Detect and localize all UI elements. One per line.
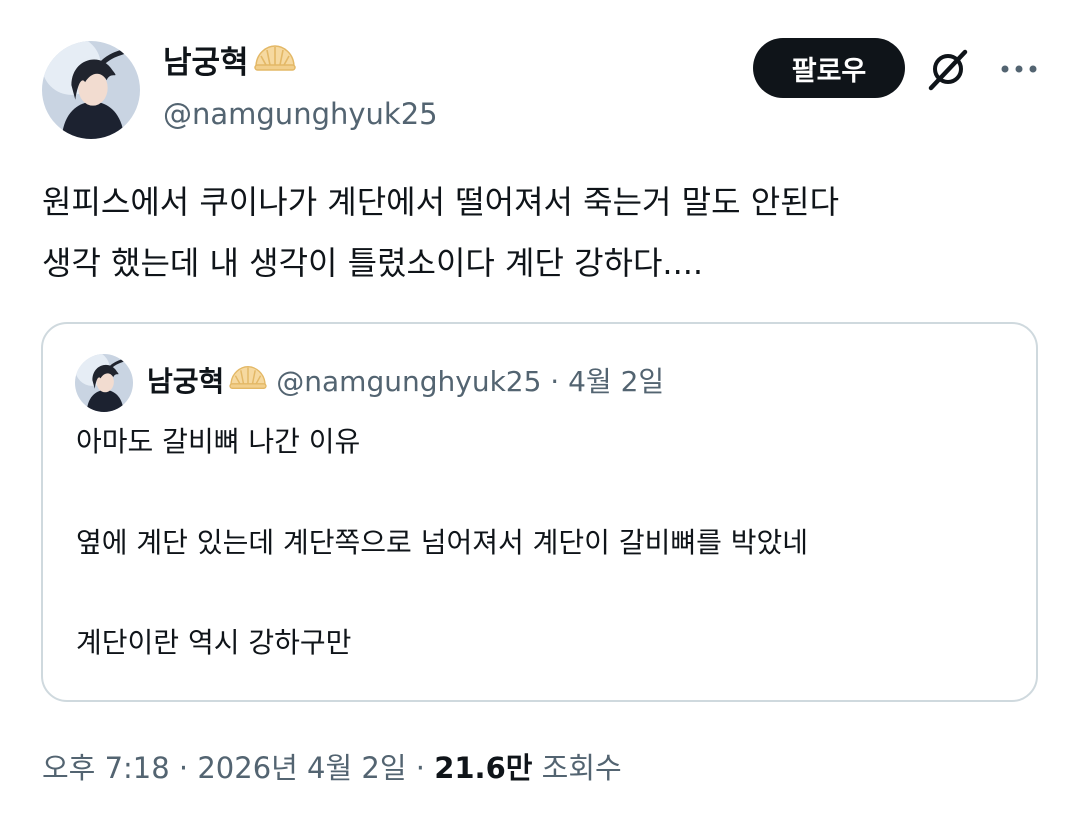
author-display-name[interactable]: 남궁혁 — [163, 42, 297, 84]
tweet-timestamp[interactable]: 오후 7:18 · 2026년 4월 2일 · — [42, 751, 434, 785]
tweet-footer: 오후 7:18 · 2026년 4월 2일 · 21.6만 조회수 — [42, 748, 622, 788]
more-dots-icon[interactable] — [999, 54, 1039, 84]
avatar-image — [75, 354, 133, 412]
views-count: 21.6만 — [434, 751, 533, 785]
author-avatar[interactable] — [42, 41, 140, 139]
tweet-text: 원피스에서 쿠이나가 계단에서 떨어져서 죽는거 말도 안된다 생각 했는데 내… — [42, 172, 1042, 294]
bun-emoji-icon — [253, 42, 297, 84]
quoted-tweet-meta: @namgunghyuk25 · 4월 2일 — [276, 365, 665, 398]
follow-button[interactable]: 팔로우 — [753, 38, 905, 98]
author-handle[interactable]: @namgunghyuk25 — [163, 94, 438, 134]
quoted-author-avatar — [75, 354, 133, 412]
grok-icon[interactable] — [925, 46, 971, 92]
bun-emoji-icon — [228, 362, 268, 402]
quoted-author-name: 남궁혁 — [147, 365, 225, 398]
quoted-tweet-card[interactable]: 남궁혁 @namgunghyuk25 · 4월 2일 아마도 갈비뼈 나간 이유… — [41, 322, 1038, 702]
quoted-tweet-header: 남궁혁 @namgunghyuk25 · 4월 2일 — [147, 362, 664, 402]
tweet-text-line: 원피스에서 쿠이나가 계단에서 떨어져서 죽는거 말도 안된다 — [42, 183, 840, 221]
avatar-image — [42, 41, 140, 139]
views-label: 조회수 — [532, 751, 622, 785]
quoted-text-line: 옆에 계단 있는데 계단쪽으로 넘어져서 계단이 갈비뼈를 박았네 — [76, 526, 809, 559]
tweet-text-line: 생각 했는데 내 생각이 틀렸소이다 계단 강하다.... — [42, 244, 704, 282]
author-name-text: 남궁혁 — [163, 45, 249, 81]
quoted-text-line: 계단이란 역시 강하구만 — [76, 626, 352, 659]
quoted-text-line: 아마도 갈비뼈 나간 이유 — [76, 425, 361, 458]
